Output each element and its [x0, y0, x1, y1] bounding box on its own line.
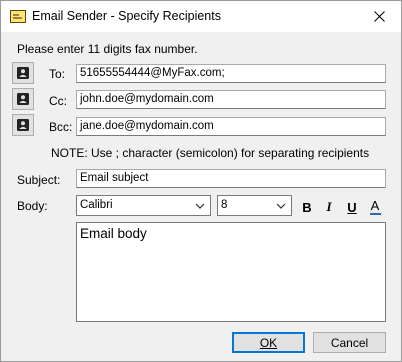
font-color-bar [369, 212, 381, 215]
envelope-icon [10, 10, 26, 23]
font-size-value: 8 [221, 199, 228, 211]
to-address-book-button[interactable] [12, 62, 34, 84]
to-value: 51655554444@MyFax.com; [80, 67, 225, 79]
bcc-value: jane.doe@mydomain.com [80, 120, 214, 132]
chevron-down-icon [195, 203, 205, 209]
italic-icon: I [326, 199, 332, 214]
cc-field[interactable]: john.doe@mydomain.com [76, 90, 386, 109]
font-family-value: Calibri [80, 199, 113, 211]
bcc-address-book-button[interactable] [12, 114, 34, 136]
ok-button[interactable]: OK [232, 332, 305, 353]
title-bar: Email Sender - Specify Recipients [1, 1, 401, 32]
underline-button[interactable]: U [342, 197, 362, 217]
bold-icon: B [302, 199, 312, 215]
subject-value: Email subject [80, 172, 149, 184]
close-icon [373, 11, 385, 22]
bold-button[interactable]: B [297, 197, 317, 217]
body-label: Body: [17, 199, 48, 213]
contact-card-icon [17, 119, 29, 131]
font-color-button[interactable]: A [365, 197, 385, 217]
cancel-label: Cancel [330, 335, 369, 350]
underline-icon: U [347, 199, 357, 215]
close-button[interactable] [357, 1, 401, 32]
font-size-select[interactable]: 8 [217, 195, 292, 216]
contact-card-icon [17, 93, 29, 105]
separator-note: NOTE: Use ; character (semicolon) for se… [51, 146, 370, 160]
bcc-field[interactable]: jane.doe@mydomain.com [76, 117, 386, 136]
instruction-text: Please enter 11 digits fax number. [17, 42, 198, 56]
cc-label: Cc: [49, 94, 67, 108]
cancel-button[interactable]: Cancel [313, 332, 386, 353]
to-label: To: [49, 67, 66, 81]
body-text: Email body [80, 226, 147, 241]
cc-address-book-button[interactable] [12, 88, 34, 110]
bcc-label: Bcc: [49, 120, 73, 134]
chevron-down-icon [276, 203, 286, 209]
body-editor[interactable]: Email body [76, 222, 386, 322]
subject-field[interactable]: Email subject [76, 169, 386, 188]
to-field[interactable]: 51655554444@MyFax.com; [76, 64, 386, 83]
email-sender-dialog: Email Sender - Specify Recipients Please… [0, 0, 402, 362]
subject-label: Subject: [17, 173, 61, 187]
font-color-icon: A [370, 197, 380, 213]
window-title: Email Sender - Specify Recipients [32, 9, 221, 23]
italic-button[interactable]: I [319, 197, 339, 217]
contact-card-icon [17, 67, 29, 79]
ok-label: OK [259, 335, 278, 350]
font-family-select[interactable]: Calibri [76, 195, 211, 216]
cc-value: john.doe@mydomain.com [80, 93, 214, 105]
